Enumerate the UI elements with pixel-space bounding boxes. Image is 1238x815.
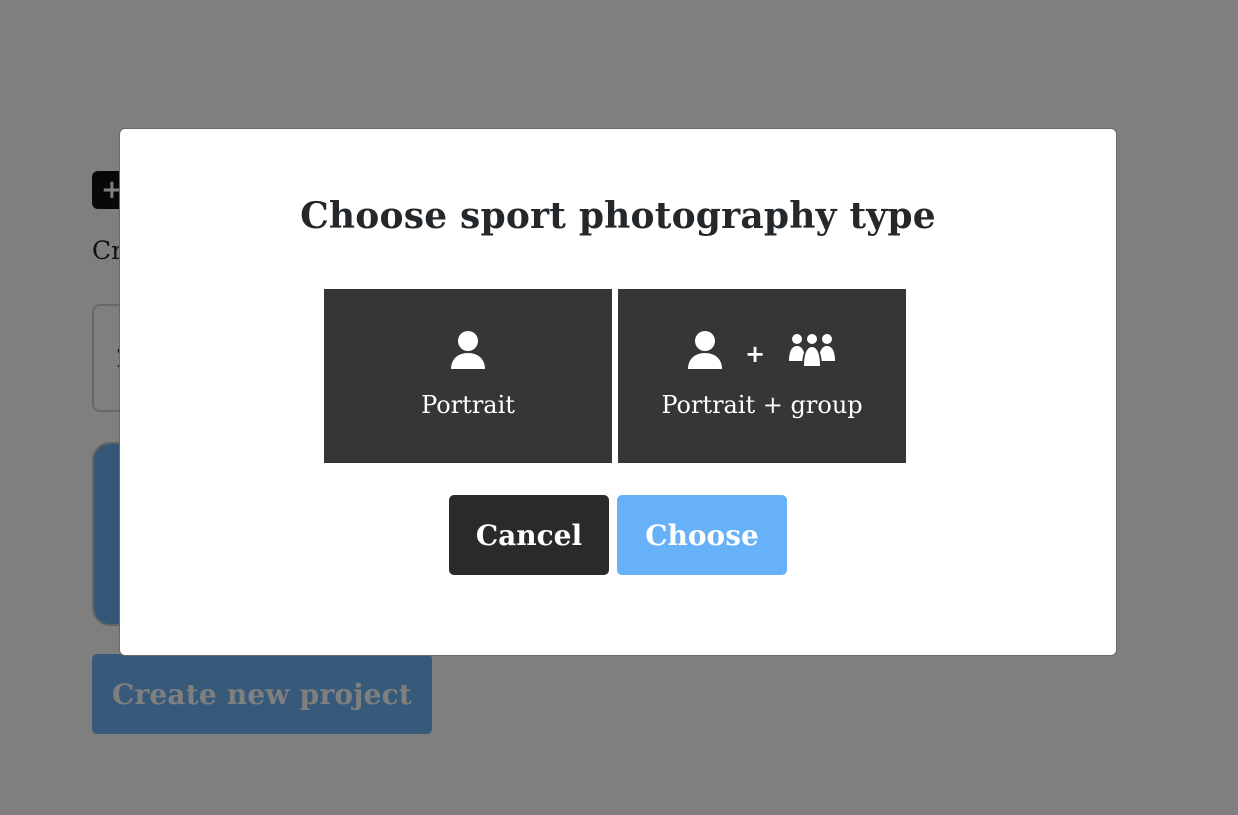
choose-button[interactable]: Choose (617, 495, 787, 575)
option-icons (324, 331, 612, 371)
dialog-title: Choose sport photography type (300, 195, 936, 237)
cancel-button[interactable]: Cancel (449, 495, 609, 575)
option-portrait-label: Portrait (421, 391, 515, 419)
group-icon (789, 333, 836, 367)
option-icons: + (618, 331, 906, 371)
choose-type-dialog: Choose sport photography type Portrait + (119, 128, 1117, 656)
option-portrait-group-label: Portrait + group (661, 391, 863, 419)
option-portrait[interactable]: Portrait (324, 289, 612, 463)
plus-icon: + (744, 340, 766, 368)
person-icon (687, 331, 722, 369)
person-icon (451, 331, 485, 369)
option-portrait-group[interactable]: + Portrait + group (618, 289, 906, 463)
